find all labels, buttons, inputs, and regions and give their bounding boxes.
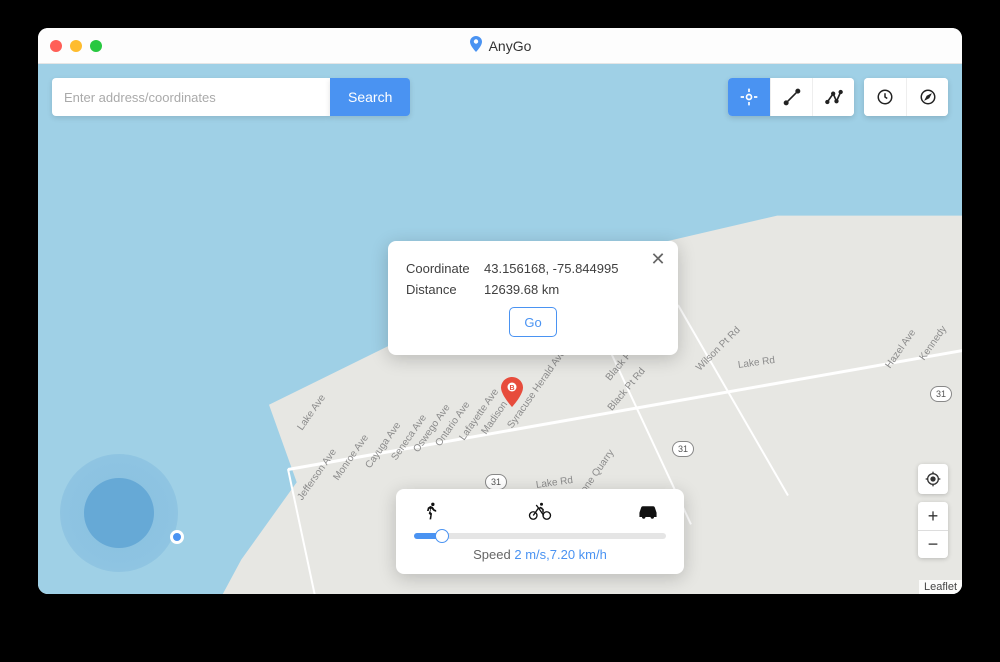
zoom-pair: + − <box>918 502 948 558</box>
map-attribution: Leaflet <box>919 580 962 594</box>
speed-mode-row <box>414 499 666 527</box>
location-pin-icon[interactable]: B <box>501 377 521 397</box>
close-popup-button[interactable]: ✕ <box>648 249 668 269</box>
slider-thumb[interactable] <box>435 529 449 543</box>
multi-spot-route-button[interactable] <box>812 78 854 116</box>
close-window-button[interactable] <box>50 40 62 52</box>
car-icon[interactable] <box>636 499 660 523</box>
search-input[interactable] <box>52 78 330 116</box>
joystick[interactable] <box>60 454 178 572</box>
minimize-window-button[interactable] <box>70 40 82 52</box>
distance-label: Distance <box>406 282 484 297</box>
go-button[interactable]: Go <box>509 307 557 337</box>
history-button[interactable] <box>864 78 906 116</box>
map-area[interactable]: 31 31 31 Lake Ave Jefferson Ave Monroe A… <box>38 64 962 594</box>
mode-tools <box>728 78 948 116</box>
zoom-out-button[interactable]: − <box>918 530 948 558</box>
locate-me-button[interactable] <box>918 464 948 494</box>
two-spot-route-button[interactable] <box>770 78 812 116</box>
close-icon: ✕ <box>650 249 665 270</box>
window-controls <box>50 40 102 52</box>
history-group <box>864 78 948 116</box>
svg-text:B: B <box>509 385 514 392</box>
search-group: Search <box>52 78 410 116</box>
route-mode-group <box>728 78 854 116</box>
distance-value: 12639.68 km <box>484 282 559 297</box>
search-button[interactable]: Search <box>330 78 410 116</box>
title-wrap: AnyGo <box>469 36 532 55</box>
compass-button[interactable] <box>906 78 948 116</box>
coordinate-value: 43.156168, -75.844995 <box>484 261 618 276</box>
speed-value: 2 m/s,7.20 km/h <box>514 547 606 562</box>
location-popup: ✕ Coordinate 43.156168, -75.844995 Dista… <box>388 241 678 355</box>
joystick-handle[interactable] <box>170 530 184 544</box>
speed-label: Speed <box>473 547 511 562</box>
walk-icon[interactable] <box>420 499 444 523</box>
speed-slider[interactable] <box>414 533 666 539</box>
bike-icon[interactable] <box>528 499 552 523</box>
zoom-in-button[interactable]: + <box>918 502 948 530</box>
teleport-mode-button[interactable] <box>728 78 770 116</box>
coordinate-label: Coordinate <box>406 261 484 276</box>
app-pin-icon <box>469 36 483 55</box>
zoom-controls: + − <box>918 464 948 558</box>
app-title: AnyGo <box>489 38 532 54</box>
joystick-inner <box>84 478 154 548</box>
speed-readout: Speed 2 m/s,7.20 km/h <box>414 547 666 562</box>
titlebar: AnyGo <box>38 28 962 64</box>
app-window: AnyGo 31 31 31 Lake Ave Jefferson Ave Mo… <box>38 28 962 594</box>
speed-panel: Speed 2 m/s,7.20 km/h <box>396 489 684 574</box>
maximize-window-button[interactable] <box>90 40 102 52</box>
